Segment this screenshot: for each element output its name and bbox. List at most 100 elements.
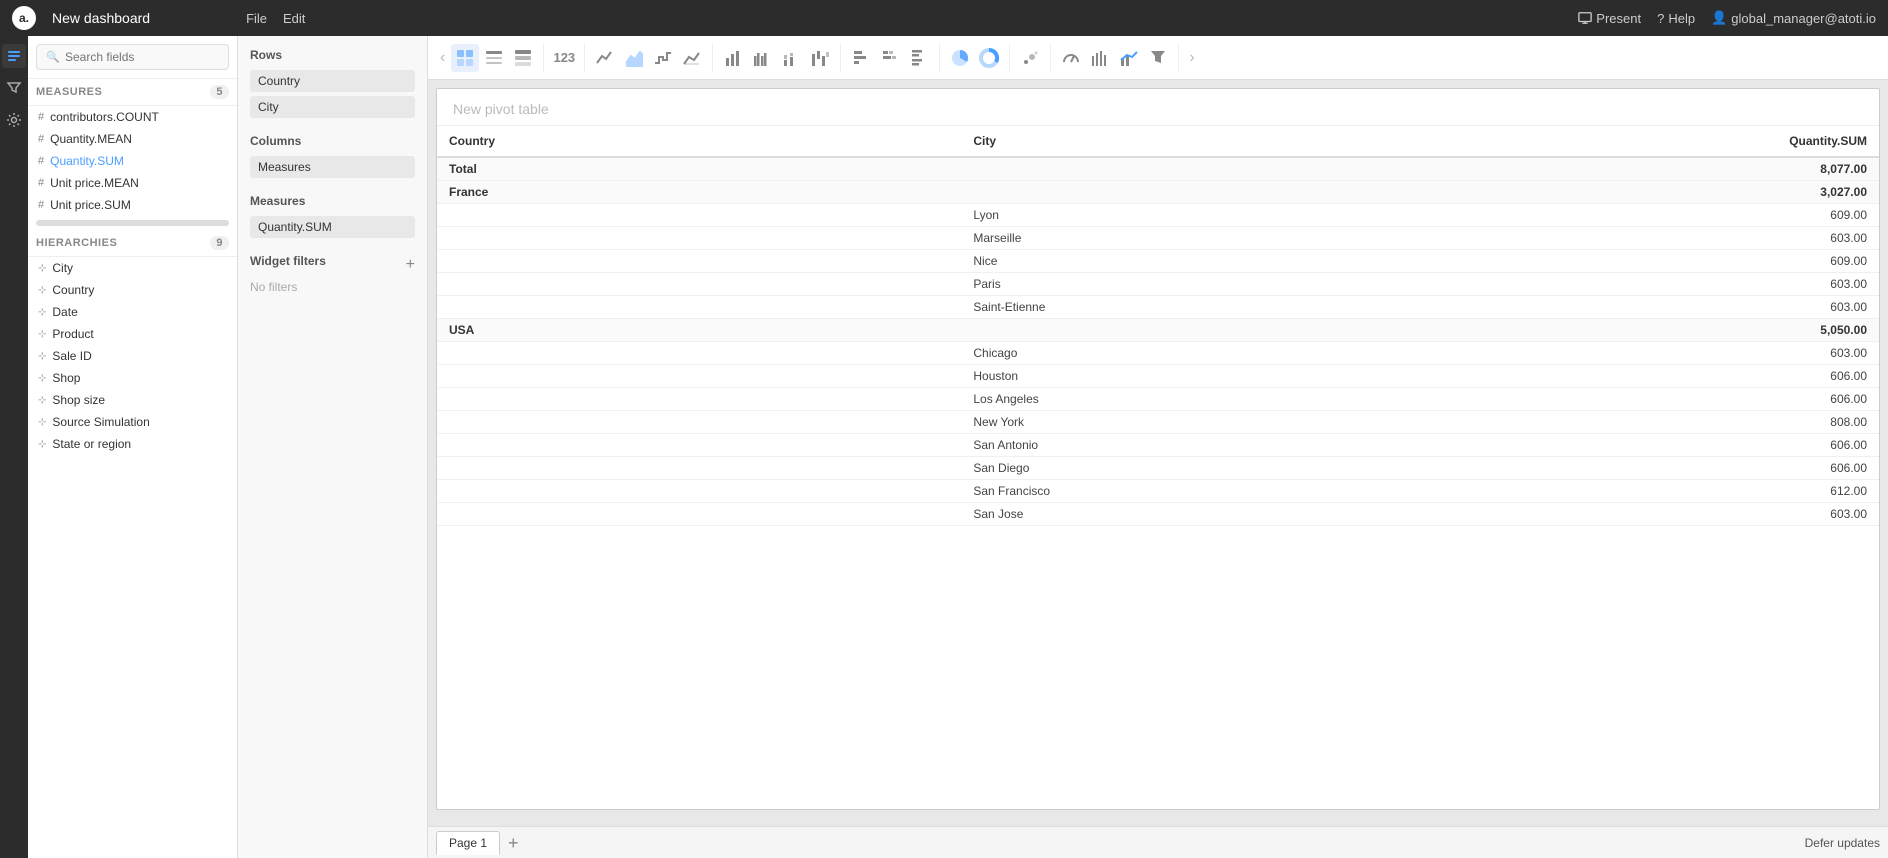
pivot-table-btn[interactable] [451,44,479,72]
columns-chips: Measures [250,156,415,178]
hierarchy-icon: ⊹ [38,373,46,384]
hierarchies-label: HIERARCHIES [36,237,117,249]
toolbar-back[interactable]: ‹ [436,47,449,69]
table-row: Chicago603.00 [437,342,1879,365]
hstacked-btn[interactable] [876,44,904,72]
cell-value: 603.00 [1486,342,1879,365]
stacked-table-btn[interactable] [509,44,537,72]
cell-value: 603.00 [1486,227,1879,250]
measures-section-header: MEASURES 5 [28,79,237,106]
cell-country [437,204,961,227]
flat-table-btn[interactable] [480,44,508,72]
waterfall-btn[interactable] [806,44,834,72]
bubble-btn[interactable] [1016,44,1044,72]
menu-file[interactable]: File [246,11,267,26]
column-chip[interactable]: Measures [250,156,415,178]
toolbar-forward[interactable]: › [1185,47,1198,69]
hgrouped-btn[interactable] [905,44,933,72]
add-page-button[interactable]: + [504,834,523,852]
measure-name: Unit price.MEAN [50,176,139,190]
user-button[interactable]: 👤 global_manager@atoti.io [1711,10,1876,26]
measure-item[interactable]: #Unit price.SUM [28,194,237,216]
hierarchy-item[interactable]: ⊹Product [28,323,237,345]
number-type-group: 123 [550,44,585,72]
measure-name: Quantity.MEAN [50,132,132,146]
stepped-line-btn[interactable] [649,44,677,72]
measure-chip[interactable]: Quantity.SUM [250,216,415,238]
left-icon-fields[interactable] [2,44,26,68]
fields-panel: 🔍 MEASURES 5 #contributors.COUNT#Quantit… [28,36,238,858]
cell-city: San Jose [961,503,1485,526]
cell-value: 603.00 [1486,503,1879,526]
number-btn[interactable]: 123 [550,44,578,72]
hbar-chart-group [847,44,940,72]
app-logo: a. [12,6,36,30]
cell-country [437,342,961,365]
pivot-header-row: Country City Quantity.SUM [437,126,1879,157]
measure-name: Unit price.SUM [50,198,131,212]
measures-config-label: Measures [250,194,415,208]
cell-country [437,227,961,250]
hierarchy-icon: ⊹ [38,417,46,428]
left-icon-settings[interactable] [2,108,26,132]
measure-item[interactable]: #Unit price.MEAN [28,172,237,194]
bar-chart-btn[interactable] [719,44,747,72]
table-row: New York808.00 [437,411,1879,434]
hierarchy-item[interactable]: ⊹Date [28,301,237,323]
combo-btn[interactable] [1115,44,1143,72]
cell-city [961,319,1485,342]
cell-city: Paris [961,273,1485,296]
config-panel: Rows CountryCity Columns Measures Measur… [238,36,428,858]
topbar-menu: File Edit [246,11,305,26]
row-chip[interactable]: City [250,96,415,118]
stacked-bar-btn[interactable] [777,44,805,72]
hash-icon: # [38,133,44,145]
measures-list: #contributors.COUNT # Quantity.MEAN #Quanti… [28,106,237,216]
cell-value: 606.00 [1486,457,1879,480]
pie-btn[interactable] [946,44,974,72]
measure-item[interactable]: #Quantity.SUM [28,150,237,172]
hierarchy-item[interactable]: ⊹Source Simulation [28,411,237,433]
rows-chips: Country City [250,70,415,118]
left-icon-filters[interactable] [2,76,26,100]
cell-city: Los Angeles [961,388,1485,411]
funnel-btn[interactable] [1144,44,1172,72]
row-chip[interactable]: Country [250,70,415,92]
menu-edit[interactable]: Edit [283,11,305,26]
help-button[interactable]: ? Help [1657,11,1695,26]
hierarchy-item[interactable]: ⊹ Shop size [28,389,237,411]
hierarchy-item[interactable]: ⊹ Shop [28,367,237,389]
add-filter-button[interactable]: + [406,257,415,273]
hierarchy-item[interactable]: ⊹Sale ID [28,345,237,367]
search-input[interactable] [36,44,229,70]
area-chart-btn[interactable] [620,44,648,72]
page-tab-1[interactable]: Page 1 [436,831,500,855]
cell-value: 612.00 [1486,480,1879,503]
hierarchy-name: Sale ID [52,349,91,363]
hbar-btn[interactable] [847,44,875,72]
present-label: Present [1596,11,1641,26]
hierarchy-name: Shop [52,371,80,385]
hierarchy-icon: ⊹ [38,395,46,406]
line-chart-btn[interactable] [591,44,619,72]
cell-country [437,411,961,434]
scatter-btn[interactable] [678,44,706,72]
columns-section: Columns Measures [250,134,415,178]
defer-updates-button[interactable]: Defer updates [1805,836,1880,850]
present-button[interactable]: Present [1578,11,1641,26]
measure-item[interactable]: # Quantity.MEAN [28,128,237,150]
col-country: Country [437,126,961,157]
grouped-bar-btn[interactable] [748,44,776,72]
table-row: Marseille603.00 [437,227,1879,250]
gauge-btn[interactable] [1057,44,1085,72]
bar-chart-group [719,44,841,72]
cell-city: Marseille [961,227,1485,250]
donut-btn[interactable] [975,44,1003,72]
hierarchy-item[interactable]: ⊹State or region [28,433,237,455]
spark-btn[interactable] [1086,44,1114,72]
hierarchy-item[interactable]: ⊹City [28,257,237,279]
measure-item[interactable]: #contributors.COUNT [28,106,237,128]
hierarchy-name: Shop size [52,393,105,407]
hierarchy-icon: ⊹ [38,285,46,296]
hierarchy-item[interactable]: ⊹Country [28,279,237,301]
